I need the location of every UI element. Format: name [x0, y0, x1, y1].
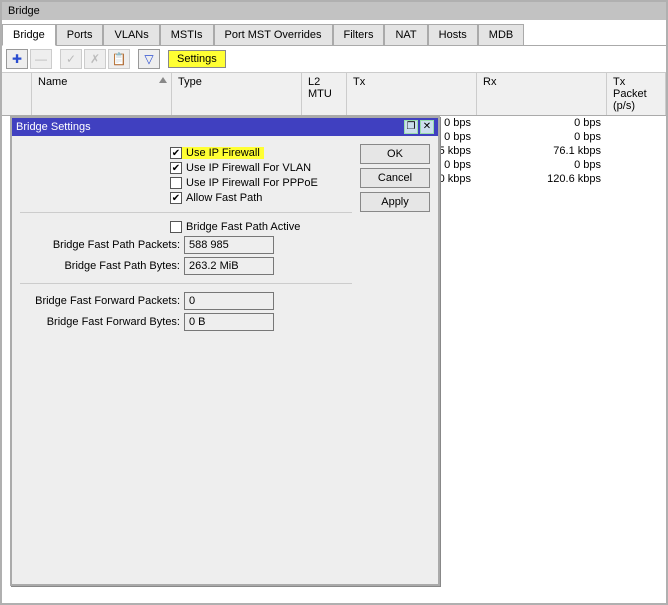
disable-button[interactable]: ✗: [84, 49, 106, 69]
checkbox-unchecked-icon: [170, 221, 182, 233]
x-icon: ✗: [90, 52, 100, 66]
close-button[interactable]: ✕: [420, 120, 434, 134]
use-ip-firewall-vlan-option[interactable]: ✔ Use IP Firewall For VLAN: [170, 162, 352, 174]
funnel-icon: ▽: [144, 52, 153, 66]
column-headers: Name Type L2 MTU Tx Rx Tx Packet (p/s): [2, 73, 666, 116]
use-ip-firewall-pppoe-option[interactable]: Use IP Firewall For PPPoE: [170, 177, 352, 189]
tab-bridge[interactable]: Bridge: [2, 24, 56, 46]
bridge-fast-path-bytes-field: Bridge Fast Path Bytes: 263.2 MiB: [20, 257, 352, 275]
tab-port-mst-overrides[interactable]: Port MST Overrides: [214, 24, 333, 45]
use-ip-firewall-option[interactable]: ✔ Use IP Firewall: [170, 147, 264, 159]
dialog-form: ✔ Use IP Firewall ✔ Use IP Firewall For …: [20, 144, 352, 576]
bridge-fast-path-active-option: Bridge Fast Path Active: [170, 221, 352, 233]
header-tx[interactable]: Tx: [347, 73, 477, 115]
checkbox-checked-icon: ✔: [170, 192, 182, 204]
enable-button[interactable]: ✓: [60, 49, 82, 69]
ok-button[interactable]: OK: [360, 144, 430, 164]
tab-bar: Bridge Ports VLANs MSTIs Port MST Overri…: [2, 20, 666, 46]
header-l2mtu[interactable]: L2 MTU: [302, 73, 347, 115]
remove-button[interactable]: —: [30, 49, 52, 69]
comment-button[interactable]: 📋: [108, 49, 130, 69]
add-button[interactable]: ✚: [6, 49, 28, 69]
window-titlebar: Bridge: [2, 2, 666, 20]
minus-icon: —: [35, 52, 47, 66]
bridge-fast-path-packets-field: Bridge Fast Path Packets: 588 985: [20, 236, 352, 254]
header-type[interactable]: Type: [172, 73, 302, 115]
bridge-fast-forward-packets-field: Bridge Fast Forward Packets: 0: [20, 292, 352, 310]
header-blank[interactable]: [2, 73, 32, 115]
header-tx-packet[interactable]: Tx Packet (p/s): [607, 73, 666, 115]
dialog-titlebar[interactable]: Bridge Settings ❐ ✕: [12, 118, 438, 136]
restore-icon: ❐: [407, 122, 416, 132]
checkbox-checked-icon: ✔: [170, 162, 182, 174]
tab-vlans[interactable]: VLANs: [103, 24, 159, 45]
bridge-window: Bridge Bridge Ports VLANs MSTIs Port MST…: [0, 0, 668, 605]
dialog-button-column: OK Cancel Apply: [360, 144, 430, 576]
plus-icon: ✚: [12, 52, 22, 66]
checkbox-unchecked-icon: [170, 177, 182, 189]
checkbox-checked-icon: ✔: [170, 147, 182, 159]
header-name[interactable]: Name: [32, 73, 172, 115]
window-title: Bridge: [8, 5, 40, 17]
tab-nat[interactable]: NAT: [384, 24, 427, 45]
header-rx[interactable]: Rx: [477, 73, 607, 115]
note-icon: 📋: [112, 52, 127, 66]
toolbar: ✚ — ✓ ✗ 📋 ▽ Settings: [2, 46, 666, 73]
tab-hosts[interactable]: Hosts: [428, 24, 478, 45]
cancel-button[interactable]: Cancel: [360, 168, 430, 188]
tab-ports[interactable]: Ports: [56, 24, 104, 45]
apply-button[interactable]: Apply: [360, 192, 430, 212]
tab-mdb[interactable]: MDB: [478, 24, 524, 45]
table-body: 0 bps 0 bps 0 bps 0 bps 997.5 kbps 76.1 …: [2, 116, 666, 603]
bridge-fast-forward-bytes-field: Bridge Fast Forward Bytes: 0 B: [20, 313, 352, 331]
tab-filters[interactable]: Filters: [333, 24, 385, 45]
sort-asc-icon: [159, 77, 167, 83]
settings-button[interactable]: Settings: [168, 50, 226, 68]
allow-fast-path-option[interactable]: ✔ Allow Fast Path: [170, 192, 352, 204]
close-icon: ✕: [423, 122, 431, 132]
filter-button[interactable]: ▽: [138, 49, 160, 69]
restore-button[interactable]: ❐: [404, 120, 418, 134]
bridge-settings-dialog: Bridge Settings ❐ ✕ ✔ Use IP Firewall ✔ …: [10, 116, 440, 586]
tab-mstis[interactable]: MSTIs: [160, 24, 214, 45]
dialog-title: Bridge Settings: [16, 121, 402, 133]
check-icon: ✓: [66, 52, 76, 66]
